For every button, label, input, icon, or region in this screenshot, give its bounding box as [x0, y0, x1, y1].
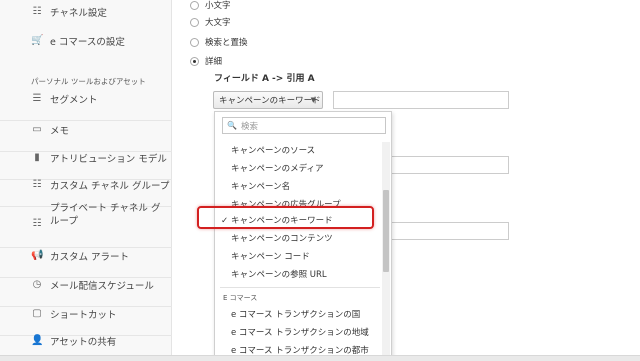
sidebar-item-label: メモ: [50, 126, 70, 137]
sidebar-item-label: アトリビューション モデル: [50, 154, 167, 165]
admin-sidebar: ☷ チャネル設定 🛒 e コマースの設定 パーソナル ツールおよびアセット ☰ …: [0, 0, 172, 361]
dropdown-item[interactable]: e コマース トランザクションの国: [231, 308, 360, 320]
share-user-icon: 👤: [31, 335, 44, 346]
field-b-input[interactable]: [389, 156, 509, 174]
selection-highlight-box: [197, 206, 374, 229]
dropdown-item[interactable]: e コマース トランザクションの地域: [231, 326, 369, 338]
radio-button[interactable]: [190, 37, 199, 47]
sidebar-item-label: カスタム チャネル グループ: [50, 181, 170, 192]
dropdown-search-input[interactable]: 🔍 検索: [222, 117, 386, 134]
radio-lowercase[interactable]: 小文字: [190, 0, 231, 11]
radio-uppercase[interactable]: 大文字: [190, 16, 231, 28]
channel-group-icon: ☷: [32, 179, 42, 190]
dropdown-scrollbar-thumb[interactable]: [383, 190, 389, 272]
megaphone-icon: 📢: [31, 250, 44, 261]
sidebar-item-label: チャネル設定: [50, 8, 107, 19]
clock-icon: ◷: [32, 279, 42, 290]
chevron-down-icon: ▼: [310, 96, 316, 104]
field-a-select[interactable]: キャンペーンのキーワード ▼: [213, 91, 323, 109]
channel-settings-icon: ☷: [32, 6, 42, 17]
sidebar-item-label: ショートカット: [50, 310, 117, 321]
memo-icon: ▭: [32, 124, 42, 135]
segment-icon: ☰: [32, 93, 42, 104]
radio-label: 大文字: [205, 18, 231, 28]
search-icon: 🔍: [227, 121, 237, 130]
extract-a-input[interactable]: [333, 91, 509, 109]
sidebar-item-label: アセットの共有: [50, 337, 117, 348]
sidebar-item-label: e コマースの設定: [50, 37, 125, 48]
private-channel-icon: ☷: [32, 218, 42, 229]
search-placeholder: 検索: [240, 121, 258, 132]
field-dropdown-menu: 🔍 検索 キャンペーンのソース キャンペーンのメディア キャンペーン名 キャンペ…: [214, 111, 392, 361]
bar-chart-icon: ▮: [34, 152, 40, 163]
dropdown-category-label: E コマース: [223, 294, 258, 302]
dropdown-item[interactable]: キャンペーン名: [231, 180, 290, 192]
radio-search-replace[interactable]: 検索と置換: [190, 36, 248, 48]
dropdown-item[interactable]: キャンペーンのメディア: [231, 162, 323, 174]
select-value: キャンペーンのキーワード: [219, 96, 321, 106]
radio-label: 小文字: [205, 1, 231, 11]
dropdown-divider: [220, 287, 380, 288]
shortcut-icon: ▢: [32, 308, 42, 319]
field-a-label: フィールド A -> 引用 A: [214, 74, 315, 84]
horizontal-scrollbar[interactable]: [0, 355, 640, 361]
radio-label: 詳細: [205, 57, 223, 67]
radio-button[interactable]: [190, 0, 199, 10]
sidebar-item-label: プライベート チャネル グループ: [50, 203, 161, 227]
sidebar-item-label: セグメント: [50, 95, 98, 106]
radio-label: 検索と置換: [205, 38, 248, 48]
radio-button-checked[interactable]: [190, 56, 199, 66]
radio-advanced[interactable]: 詳細: [190, 55, 222, 67]
radio-button[interactable]: [190, 17, 199, 27]
cart-icon: 🛒: [31, 35, 44, 46]
dropdown-item[interactable]: キャンペーンのソース: [231, 144, 315, 156]
sidebar-divider: [0, 247, 172, 248]
dropdown-item[interactable]: キャンペーン コード: [231, 250, 310, 262]
dropdown-item[interactable]: キャンペーンの参照 URL: [231, 268, 327, 280]
sidebar-divider: [0, 120, 172, 121]
sidebar-item-label: メール配信スケジュール: [50, 281, 154, 292]
sidebar-item-label: カスタム アラート: [50, 252, 130, 263]
dropdown-item[interactable]: キャンペーンのコンテンツ: [231, 232, 333, 244]
output-input[interactable]: [389, 222, 509, 240]
sidebar-section-title: パーソナル ツールおよびアセット: [31, 77, 146, 86]
